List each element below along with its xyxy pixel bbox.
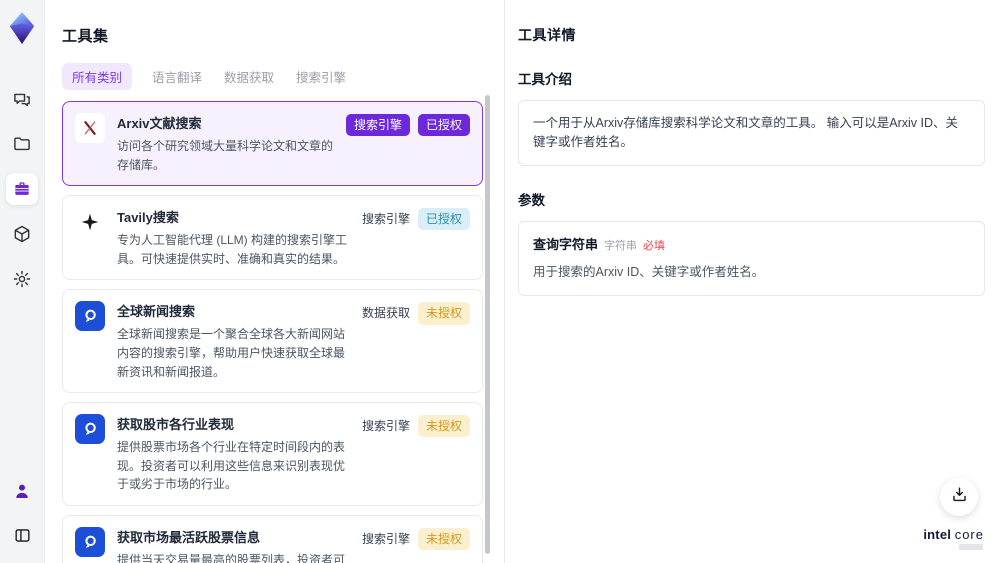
user-icon bbox=[12, 481, 32, 501]
tool-card-arxiv[interactable]: Arxiv文献搜索 访问各个研究领域大量科学论文和文章的存储库。 搜索引擎 已授… bbox=[62, 101, 483, 187]
download-button[interactable] bbox=[940, 478, 978, 516]
panel-toggle-icon bbox=[13, 526, 32, 545]
page-title: 工具集 bbox=[62, 28, 109, 45]
status-badge: 已授权 bbox=[417, 208, 470, 231]
tool-card-title: 获取市场最活跃股票信息 bbox=[117, 529, 261, 545]
list-scrollbar[interactable] bbox=[485, 95, 490, 554]
status-badge: 已授权 bbox=[417, 114, 470, 137]
category-tabs: 所有类别 语言翻译 数据获取 搜索引擎 bbox=[62, 63, 504, 90]
tool-card-desc: 专为人工智能代理 (LLM) 构建的搜索引擎工具。可快速提供实时、准确和真实的结… bbox=[117, 233, 348, 266]
tool-list-panel: 工具集 所有类别 语言翻译 数据获取 搜索引擎 Arxiv文献搜索 访问各个研究… bbox=[45, 0, 505, 563]
tool-card-global-news[interactable]: 全球新闻搜索 全球新闻搜索是一个聚合全球各大新闻网站内容的搜索引擎，帮助用户快速… bbox=[62, 289, 483, 394]
sidebar-item-profile[interactable] bbox=[6, 475, 38, 507]
gear-icon bbox=[12, 269, 32, 289]
category-badge: 搜索引擎 bbox=[361, 419, 410, 434]
param-desc: 用于搜索的Arxiv ID、关键字或作者姓名。 bbox=[533, 265, 765, 279]
chat-icon bbox=[12, 89, 32, 109]
brand-intel: intel bbox=[923, 526, 952, 542]
status-badge: 未授权 bbox=[417, 302, 470, 325]
tab-data-fetch[interactable]: 数据获取 bbox=[222, 63, 276, 90]
news-app-logo-icon bbox=[75, 414, 105, 445]
cube-icon bbox=[12, 224, 32, 244]
sidebar-bottom bbox=[6, 475, 38, 551]
tool-card-desc: 提供股票市场各个行业在特定时间段内的表现。投资者可以利用这些信息来识别表现优于或… bbox=[117, 440, 346, 492]
tool-intro-text: 一个用于从Arxiv存储库搜索科学论文和文章的工具。 输入可以是Arxiv ID… bbox=[518, 100, 985, 166]
category-badge: 搜索引擎 bbox=[345, 114, 410, 137]
category-badge: 数据获取 bbox=[361, 306, 410, 321]
tool-card-title: 全球新闻搜索 bbox=[117, 304, 196, 320]
status-badge: 未授权 bbox=[417, 415, 470, 438]
category-badge: 搜索引擎 bbox=[361, 531, 410, 546]
tool-card-desc: 提供当天交易量最高的股票列表，投资者可以利用这些信息来识别流动性强的股票和潜在的… bbox=[117, 552, 346, 563]
param-required-badge: 必填 bbox=[643, 239, 666, 252]
tool-card-title: Arxiv文献搜索 bbox=[117, 116, 202, 131]
download-icon bbox=[950, 485, 969, 509]
folder-icon bbox=[12, 134, 32, 154]
tab-all-categories[interactable]: 所有类别 bbox=[62, 63, 133, 90]
sidebar-item-chat[interactable] bbox=[6, 83, 38, 115]
sidebar-item-tools[interactable] bbox=[6, 173, 38, 205]
param-item: 查询字符串 字符串 必填 用于搜索的Arxiv ID、关键字或作者姓名。 bbox=[518, 220, 985, 296]
tab-search-engine[interactable]: 搜索引擎 bbox=[294, 63, 348, 90]
briefcase-icon bbox=[12, 179, 32, 199]
tool-card-desc: 全球新闻搜索是一个聚合全球各大新闻网站内容的搜索引擎，帮助用户快速获取全球最新资… bbox=[117, 327, 346, 379]
params-section-title: 参数 bbox=[518, 192, 545, 208]
arxiv-logo-icon bbox=[75, 113, 105, 143]
tool-card-title: Tavily搜索 bbox=[117, 210, 179, 226]
news-app-logo-icon bbox=[75, 526, 105, 557]
app-window: 工具集 所有类别 语言翻译 数据获取 搜索引擎 Arxiv文献搜索 访问各个研究… bbox=[0, 0, 1000, 563]
app-logo-icon[interactable] bbox=[7, 11, 37, 45]
intro-section-title: 工具介绍 bbox=[518, 72, 572, 87]
tool-card-tavily[interactable]: Tavily搜索 专为人工智能代理 (LLM) 构建的搜索引擎工具。可快速提供实… bbox=[62, 195, 483, 281]
tool-card-active-stocks[interactable]: 获取市场最活跃股票信息 提供当天交易量最高的股票列表，投资者可以利用这些信息来识… bbox=[62, 514, 483, 563]
status-badge: 未授权 bbox=[417, 527, 470, 551]
tab-translation[interactable]: 语言翻译 bbox=[150, 63, 204, 90]
tool-card-title: 获取股市各行业表现 bbox=[117, 417, 235, 433]
sidebar-item-plugins[interactable] bbox=[6, 218, 38, 250]
brand-sub-mark bbox=[959, 544, 983, 550]
news-app-logo-icon bbox=[75, 301, 105, 332]
param-type: 字符串 bbox=[604, 239, 638, 252]
category-badge: 搜索引擎 bbox=[361, 212, 410, 227]
sidebar-nav bbox=[6, 83, 38, 295]
tool-card-sector-performance[interactable]: 获取股市各行业表现 提供股票市场各个行业在特定时间段内的表现。投资者可以利用这些… bbox=[62, 402, 483, 506]
tool-cards-list: Arxiv文献搜索 访问各个研究领域大量科学论文和文章的存储库。 搜索引擎 已授… bbox=[62, 101, 483, 563]
sidebar-item-settings[interactable] bbox=[6, 263, 38, 295]
tool-detail-panel: 工具详情 工具介绍 一个用于从Arxiv存储库搜索科学论文和文章的工具。 输入可… bbox=[505, 0, 1000, 563]
sidebar-rail bbox=[0, 0, 45, 563]
sidebar-item-files[interactable] bbox=[6, 128, 38, 160]
param-name: 查询字符串 bbox=[533, 236, 599, 252]
tavily-star-icon bbox=[75, 207, 105, 238]
brand-core: core bbox=[954, 526, 984, 542]
detail-title: 工具详情 bbox=[518, 27, 576, 43]
sidebar-collapse-toggle[interactable] bbox=[6, 519, 38, 551]
tool-card-desc: 访问各个研究领域大量科学论文和文章的存储库。 bbox=[117, 139, 334, 172]
intel-core-logo: intel core bbox=[923, 526, 984, 550]
